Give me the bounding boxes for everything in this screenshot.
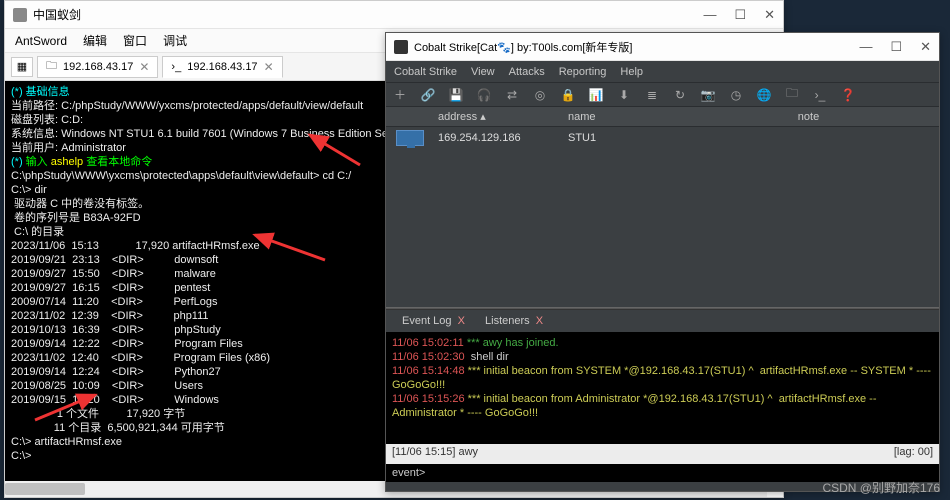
tab-listeners[interactable]: Listeners X xyxy=(477,313,551,329)
menu-cobaltstrike[interactable]: Cobalt Strike xyxy=(394,66,457,78)
log-line: 11/06 15:15:26 *** initial beacon from A… xyxy=(392,392,933,420)
log-line: 11/06 15:02:30 shell dir xyxy=(392,350,933,364)
prompt-icon[interactable]: ›_ xyxy=(812,87,828,103)
tab-label: Listeners xyxy=(485,315,530,327)
col-address[interactable]: address ▴ xyxy=(438,110,568,123)
ant-window-controls: — ☐ ✕ xyxy=(703,7,775,23)
cs-input-bar[interactable]: [11/06 15:15] awy [lag: 00] xyxy=(386,444,939,464)
ant-titlebar[interactable]: 中国蚁剑 — ☐ ✕ xyxy=(5,1,783,29)
cs-toolbar: ＋ 🔗 💾 🎧 ⇄ ◎ 🔒 📊 ⬇ ≣ ↻ 📷 ◷ 🌐 🗀 ›_ ❓ xyxy=(386,83,939,107)
headset-icon[interactable]: 🎧 xyxy=(476,87,492,103)
reload-icon[interactable]: ↻ xyxy=(672,87,688,103)
chart-icon[interactable]: 📊 xyxy=(588,87,604,103)
col-name[interactable]: name xyxy=(568,111,688,123)
grid-view-button[interactable]: ▦ xyxy=(11,57,33,77)
close-button[interactable]: ✕ xyxy=(920,39,931,55)
folder-icon: 🗀 xyxy=(46,57,57,76)
cs-event-log[interactable]: 11/06 15:02:11 *** awy has joined.11/06 … xyxy=(386,332,939,444)
tab-term-192-168-43-17[interactable]: ›_ 192.168.43.17 ✕ xyxy=(162,56,282,78)
maximize-button[interactable]: ☐ xyxy=(734,7,746,23)
tab-close-icon[interactable]: X xyxy=(458,315,465,327)
minimize-button[interactable]: — xyxy=(703,7,716,23)
cs-table-header: address ▴ name note xyxy=(386,107,939,127)
clock-icon[interactable]: ◷ xyxy=(728,87,744,103)
cs-app-icon xyxy=(394,40,408,54)
tab-file-192-168-43-17[interactable]: 🗀 192.168.43.17 ✕ xyxy=(37,56,158,78)
terminal-icon: ›_ xyxy=(171,61,181,73)
target-ip: 169.254.129.186 xyxy=(438,132,568,144)
plus-icon[interactable]: ＋ xyxy=(392,87,408,103)
menu-window[interactable]: 窗口 xyxy=(123,32,147,49)
tab-label: 192.168.43.17 xyxy=(187,61,257,73)
cs-title: Cobalt Strike[Cat🐾] by:T00ls.com[新年专版] xyxy=(414,39,632,55)
menu-reporting[interactable]: Reporting xyxy=(559,66,607,78)
menu-view[interactable]: View xyxy=(471,66,495,78)
tab-label: 192.168.43.17 xyxy=(63,61,133,73)
watermark: CSDN @别野加奈176 xyxy=(822,479,940,496)
ant-app-icon xyxy=(13,8,27,22)
link-icon[interactable]: 🔗 xyxy=(420,87,436,103)
computer-icon xyxy=(396,130,424,146)
tab-close-icon[interactable]: ✕ xyxy=(264,60,274,74)
menu-edit[interactable]: 编辑 xyxy=(83,32,107,49)
help-icon[interactable]: ❓ xyxy=(840,87,856,103)
save-icon[interactable]: 💾 xyxy=(448,87,464,103)
log-line: 11/06 15:02:11 *** awy has joined. xyxy=(392,336,933,350)
maximize-button[interactable]: ☐ xyxy=(890,39,902,55)
target-icon[interactable]: ◎ xyxy=(532,87,548,103)
folder-icon[interactable]: 🗀 xyxy=(784,87,800,103)
tab-close-icon[interactable]: ✕ xyxy=(139,60,149,74)
tab-label: Event Log xyxy=(402,315,452,327)
camera-icon[interactable]: 📷 xyxy=(700,87,716,103)
cobaltstrike-window: Cobalt Strike[Cat🐾] by:T00ls.com[新年专版] —… xyxy=(385,32,940,492)
cs-bottom-tabs: Event Log X Listeners X xyxy=(386,310,939,332)
menu-debug[interactable]: 调试 xyxy=(163,32,187,49)
col-note[interactable]: note xyxy=(688,111,929,123)
tab-close-icon[interactable]: X xyxy=(536,315,543,327)
cs-targets-pane[interactable]: 169.254.129.186 STU1 xyxy=(386,127,939,307)
menu-help[interactable]: Help xyxy=(620,66,643,78)
minimize-button[interactable]: — xyxy=(859,39,872,55)
list-icon[interactable]: ≣ xyxy=(644,87,660,103)
input-left: [11/06 15:15] awy xyxy=(392,446,478,462)
cs-window-controls: — ☐ ✕ xyxy=(859,39,931,55)
target-row[interactable]: 169.254.129.186 STU1 xyxy=(386,127,939,149)
log-line: 11/06 15:14:48 *** initial beacon from S… xyxy=(392,364,933,392)
cs-menubar: Cobalt Strike View Attacks Reporting Hel… xyxy=(386,61,939,83)
prompt-text: event> xyxy=(392,467,425,479)
ant-title: 中国蚁剑 xyxy=(33,6,81,23)
arrows-icon[interactable]: ⇄ xyxy=(504,87,520,103)
menu-antsword[interactable]: AntSword xyxy=(15,34,67,48)
scrollbar-thumb[interactable] xyxy=(5,483,85,495)
close-button[interactable]: ✕ xyxy=(764,7,775,23)
cs-titlebar[interactable]: Cobalt Strike[Cat🐾] by:T00ls.com[新年专版] —… xyxy=(386,33,939,61)
globe-icon[interactable]: 🌐 xyxy=(756,87,772,103)
lock-icon[interactable]: 🔒 xyxy=(560,87,576,103)
target-name: STU1 xyxy=(568,132,596,144)
input-lag: [lag: 00] xyxy=(894,446,933,462)
download-icon[interactable]: ⬇ xyxy=(616,87,632,103)
tab-event-log[interactable]: Event Log X xyxy=(394,313,473,329)
menu-attacks[interactable]: Attacks xyxy=(509,66,545,78)
